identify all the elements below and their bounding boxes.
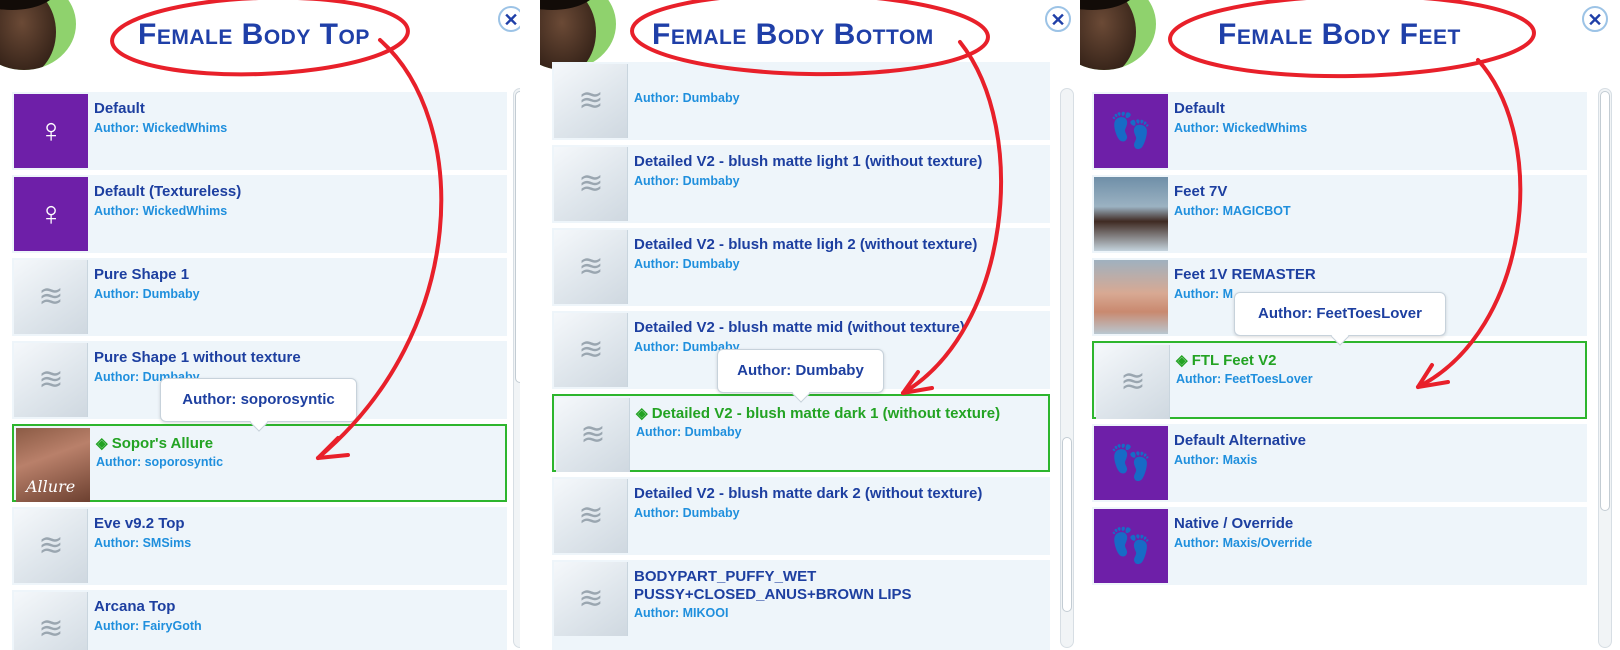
list-item-selected[interactable]: Allure ◈ Sopor's Allure Author: soporosy… — [12, 424, 507, 502]
scrollbar-thumb[interactable] — [515, 91, 520, 383]
cas-placeholder-icon: ≋ — [14, 509, 88, 583]
item-author: Author: Dumbaby — [634, 91, 740, 105]
item-name: Feet 1V REMASTER — [1174, 266, 1316, 283]
item-name: Default — [94, 100, 145, 117]
item-author: Author: Dumbaby — [634, 174, 740, 188]
allure-thumbnail: Allure — [16, 428, 90, 502]
torso-thumbnail-icon: ♀ — [14, 177, 88, 251]
item-list: 👣 Default Author: WickedWhims Feet 7V Au… — [1080, 86, 1620, 650]
list-item[interactable]: ≋ Detailed V2 - blush matte light 1 (wit… — [552, 145, 1050, 223]
cas-placeholder-icon: ≋ — [14, 343, 88, 417]
torso-thumbnail-icon: ♀ — [14, 94, 88, 168]
item-name: ◈ Sopor's Allure — [96, 435, 214, 452]
sim-avatar[interactable] — [0, 0, 76, 70]
list-item[interactable]: ≋ Arcana Top Author: FairyGoth — [12, 590, 507, 650]
scrollbar-thumb[interactable] — [1600, 91, 1610, 511]
item-author: Author: soporosyntic — [96, 455, 224, 469]
item-name: Detailed V2 - blush matte ligh 2 (withou… — [634, 236, 978, 253]
author-tooltip: Author: Dumbaby — [717, 349, 884, 393]
item-name: Detailed V2 - blush matte mid (without t… — [634, 319, 965, 336]
item-name: Pure Shape 1 — [94, 266, 190, 283]
scrollbar[interactable] — [513, 88, 520, 648]
author-tooltip: Author: soporosyntic — [160, 378, 357, 422]
cas-placeholder-icon: ≋ — [1096, 345, 1170, 419]
list-item-selected[interactable]: ≋ ◈ FTL Feet V2 Author: FeetToesLover — [1092, 341, 1587, 419]
list-item[interactable]: ♀ Default Author: WickedWhims — [12, 92, 507, 170]
item-name: Arcana Top — [94, 598, 176, 615]
cas-placeholder-icon: ≋ — [556, 398, 630, 472]
item-name: Feet 7V — [1174, 183, 1228, 200]
panel-female-body-bottom: Female Body Bottom ✕ ≋ Author: Dumbaby ≋… — [540, 0, 1080, 650]
item-name: Native / Override — [1174, 515, 1294, 532]
sim-avatar[interactable] — [1080, 0, 1156, 70]
close-icon[interactable]: ✕ — [1582, 6, 1608, 32]
feet-photo-thumbnail — [1094, 177, 1168, 251]
cas-placeholder-icon: ≋ — [14, 260, 88, 334]
list-item[interactable]: ♀ Default (Textureless) Author: WickedWh… — [12, 175, 507, 253]
list-item[interactable]: 👣 Native / Override Author: Maxis/Overri… — [1092, 507, 1587, 585]
list-item-selected[interactable]: ≋ ◈ Detailed V2 - blush matte dark 1 (wi… — [552, 394, 1050, 472]
item-name: ◈ FTL Feet V2 — [1176, 352, 1277, 369]
item-author: Author: Dumbaby — [94, 287, 200, 301]
item-name: Pure Shape 1 without texture — [94, 349, 301, 366]
item-name: BODYPART_PUFFY_WET PUSSY+CLOSED_ANUS+BRO… — [634, 568, 912, 603]
item-author: Author: Dumbaby — [634, 506, 740, 520]
list-item[interactable]: Feet 7V Author: MAGICBOT — [1092, 175, 1587, 253]
item-author: Author: WickedWhims — [94, 204, 228, 218]
panel-title: Female Body Feet — [1218, 18, 1461, 51]
item-author: Author: Dumbaby — [636, 425, 742, 439]
cas-placeholder-icon: ≋ — [554, 147, 628, 221]
list-item[interactable]: ≋ Detailed V2 - blush matte dark 2 (with… — [552, 477, 1050, 555]
close-icon[interactable]: ✕ — [1045, 6, 1071, 32]
panel-title: Female Body Top — [138, 18, 370, 51]
item-author: Author: M — [1174, 287, 1234, 301]
item-author: Author: Maxis/Override — [1174, 536, 1313, 550]
cas-placeholder-icon: ≋ — [554, 230, 628, 304]
item-name: Eve v9.2 Top — [94, 515, 185, 532]
author-tooltip: Author: FeetToesLover — [1234, 292, 1446, 336]
feet-thumbnail-icon: 👣 — [1094, 426, 1168, 500]
item-author: Author: FeetToesLover — [1176, 372, 1313, 386]
panel-title: Female Body Bottom — [652, 18, 934, 51]
item-author: Author: Maxis — [1174, 453, 1258, 467]
scrollbar-thumb[interactable] — [1062, 437, 1072, 612]
cas-placeholder-icon: ≋ — [14, 592, 88, 650]
sim-avatar[interactable] — [540, 0, 616, 70]
item-author: Author: WickedWhims — [94, 121, 228, 135]
item-name: Default (Textureless) — [94, 183, 242, 200]
feet-photo-thumbnail — [1094, 260, 1168, 334]
cas-placeholder-icon: ≋ — [554, 562, 628, 636]
item-author: Author: WickedWhims — [1174, 121, 1308, 135]
cas-placeholder-icon: ≋ — [554, 64, 628, 138]
item-list: ♀ Default Author: WickedWhims ♀ Default … — [0, 86, 520, 650]
list-item[interactable]: ≋ Detailed V2 - blush matte ligh 2 (with… — [552, 228, 1050, 306]
cas-placeholder-icon: ≋ — [554, 479, 628, 553]
scrollbar[interactable] — [1060, 88, 1074, 648]
item-author: Author: SMSims — [94, 536, 192, 550]
list-item[interactable]: 👣 Default Alternative Author: Maxis — [1092, 424, 1587, 502]
item-name: Default Alternative — [1174, 432, 1306, 449]
item-author: Author: Dumbaby — [634, 257, 740, 271]
close-icon[interactable]: ✕ — [498, 6, 520, 32]
item-name: Detailed V2 - blush matte light 1 (witho… — [634, 153, 983, 170]
list-item[interactable]: ≋ Eve v9.2 Top Author: SMSims — [12, 507, 507, 585]
item-author: Author: MAGICBOT — [1174, 204, 1291, 218]
cas-placeholder-icon: ≋ — [554, 313, 628, 387]
item-name: Detailed V2 - blush matte dark 2 (withou… — [634, 485, 983, 502]
feet-thumbnail-icon: 👣 — [1094, 94, 1168, 168]
list-item[interactable]: 👣 Default Author: WickedWhims — [1092, 92, 1587, 170]
item-author: Author: FairyGoth — [94, 619, 202, 633]
scrollbar[interactable] — [1598, 88, 1612, 648]
list-item[interactable]: ≋ Pure Shape 1 Author: Dumbaby — [12, 258, 507, 336]
feet-thumbnail-icon: 👣 — [1094, 509, 1168, 583]
item-author: Author: MIKOOI — [634, 606, 729, 620]
panel-female-body-feet: Female Body Feet ✕ 👣 Default Author: Wic… — [1080, 0, 1620, 650]
item-name: ◈ Detailed V2 - blush matte dark 1 (with… — [636, 405, 1001, 422]
list-item[interactable]: ≋ Author: Dumbaby — [552, 62, 1050, 140]
list-item[interactable]: ≋ BODYPART_PUFFY_WET PUSSY+CLOSED_ANUS+B… — [552, 560, 1050, 650]
panel-female-body-top: Female Body Top ✕ ♀ Default Author: Wick… — [0, 0, 520, 650]
item-name: Default — [1174, 100, 1225, 117]
